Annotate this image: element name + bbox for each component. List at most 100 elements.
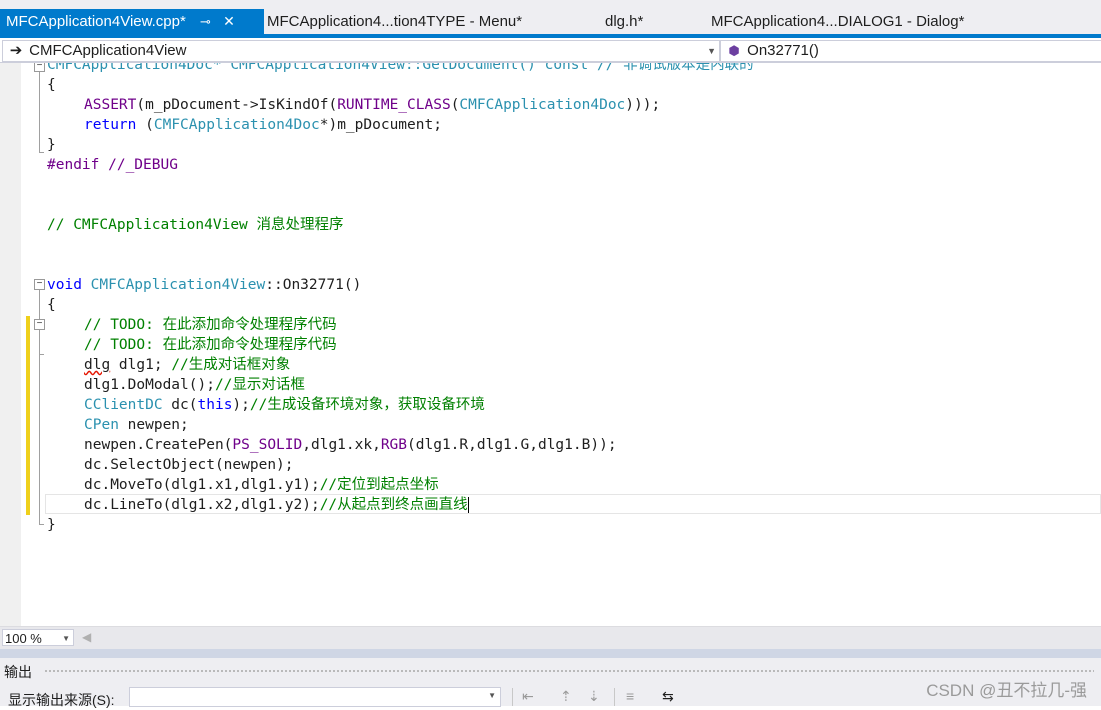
code-line: newpen.CreatePen(PS_SOLID,dlg1.xk,RGB(dl… (84, 435, 617, 455)
code-line: dc.SelectObject(newpen); (84, 455, 294, 475)
code-token: { (47, 77, 56, 93)
navigation-bar: ➔ CMFCApplication4View ▼ ⬢ On32771() (0, 38, 1101, 63)
code-token: ASSERT (84, 97, 137, 113)
code-token: // TODO: 在此添加命令处理程序代码 (84, 317, 337, 333)
code-token: //生成设备环境对象，获取设备环境 (249, 397, 485, 413)
code-token: dlg (84, 357, 111, 373)
output-source-dropdown[interactable]: ▼ (129, 687, 501, 707)
fold-toggle-icon[interactable]: − (34, 63, 45, 72)
method-cube-icon: ⬢ (728, 43, 740, 58)
output-panel-title: 输出 (4, 664, 32, 680)
code-line: void CMFCApplication4View::On32771() (47, 275, 361, 295)
pin-icon[interactable]: ⊸ (200, 9, 211, 34)
code-line: CClientDC dc(this);//生成设备环境对象，获取设备环境 (84, 395, 485, 415)
chevron-down-icon: ▼ (62, 634, 70, 643)
code-token: } (47, 137, 56, 153)
arrow-right-icon: ➔ (9, 42, 23, 59)
fold-guide (39, 330, 40, 354)
chevron-down-icon: ▼ (707, 46, 716, 56)
code-token: CClientDC (84, 397, 163, 413)
code-line: dc.MoveTo(dlg1.x1,dlg1.y1);//定位到起点坐标 (84, 475, 439, 495)
fold-guide-end (39, 524, 44, 525)
code-line: } (47, 515, 56, 535)
code-token: return (84, 117, 137, 133)
code-line: CPen newpen; (84, 415, 189, 435)
code-token: dlg1; (110, 357, 172, 373)
fold-guide (39, 72, 40, 152)
code-token: dc.LineTo(dlg1.x2,dlg1.y2); (84, 497, 320, 513)
code-token: newpen; (118, 417, 189, 433)
unsaved-change-bar (26, 316, 30, 515)
code-token: //生成对话框对象 (171, 357, 291, 373)
toolbar-separator (512, 688, 513, 706)
scroll-left-icon[interactable]: ◀ (82, 630, 91, 644)
code-token: RUNTIME_CLASS (337, 97, 451, 113)
code-token: dc.SelectObject(newpen); (84, 457, 294, 473)
tab-label: MFCApplication4...tion4TYPE - Menu* (267, 13, 523, 30)
previous-message-icon[interactable]: ⇡ (560, 688, 572, 705)
code-line: ASSERT(m_pDocument->IsKindOf(RUNTIME_CLA… (84, 95, 660, 115)
code-line: dlg dlg1; //生成对话框对象 (84, 355, 290, 375)
scope-value: CMFCApplication4View (29, 42, 187, 59)
panel-splitter[interactable] (0, 649, 1101, 658)
code-line: // TODO: 在此添加命令处理程序代码 (84, 315, 337, 335)
code-line: // TODO: 在此添加命令处理程序代码 (84, 335, 337, 355)
tab-label: dlg.h* (605, 13, 644, 30)
code-token: ::On32771() (265, 277, 362, 293)
code-token: dlg1.DoModal(); (84, 377, 215, 393)
code-token: dc( (162, 397, 198, 413)
next-message-icon[interactable]: ⇣ (588, 688, 600, 705)
code-editor[interactable]: − − − CMFCApplication4Doc* CMFCApplicati… (0, 63, 1101, 626)
code-token: (m_pDocument->IsKindOf( (136, 97, 338, 113)
code-token: ( (136, 117, 154, 133)
tab-menu-resource[interactable]: MFCApplication4...tion4TYPE - Menu* (261, 9, 522, 34)
code-line: #endif //_DEBUG (47, 155, 178, 175)
code-line: { (47, 75, 56, 95)
fold-guide-end (39, 354, 44, 355)
tab-label: MFCApplication4View.cpp* (6, 13, 186, 30)
code-token: #endif //_DEBUG (47, 157, 178, 173)
scope-dropdown[interactable]: ➔ CMFCApplication4View ▼ (2, 40, 720, 62)
code-token: //定位到起点坐标 (319, 477, 439, 493)
code-token: ,dlg1.xk, (302, 437, 381, 453)
code-token: // CMFCApplication4View 消息处理程序 (47, 217, 344, 233)
drag-grip[interactable] (44, 669, 1094, 673)
code-token: ))); (625, 97, 661, 113)
code-token: CMFCApplication4Doc* CMFCApplication4Vie… (47, 63, 754, 73)
code-token: //显示对话框 (214, 377, 305, 393)
editor-status-bar: 100 % ▼ ◀ (0, 626, 1101, 649)
code-token: dc.MoveTo(dlg1.x1,dlg1.y1); (84, 477, 320, 493)
tab-mfcapplication4view-cpp[interactable]: MFCApplication4View.cpp* ⊸ ✕ (0, 9, 264, 34)
document-tab-bar: MFCApplication4View.cpp* ⊸ ✕ MFCApplicat… (0, 0, 1101, 38)
close-icon[interactable]: ✕ (223, 9, 235, 34)
code-token: void (47, 277, 82, 293)
code-token: (dlg1.R,dlg1.G,dlg1.B)); (407, 437, 617, 453)
code-token: //从起点到终点画直线 (319, 497, 468, 513)
zoom-value: 100 % (5, 631, 42, 646)
code-token: PS_SOLID (232, 437, 303, 453)
code-token: CPen (84, 417, 119, 433)
code-token: } (47, 517, 56, 533)
code-token: RGB (380, 437, 408, 453)
code-token: // TODO: 在此添加命令处理程序代码 (84, 337, 337, 353)
code-token: { (47, 297, 56, 313)
tab-dialog-resource[interactable]: MFCApplication4...DIALOG1 - Dialog* (705, 9, 964, 34)
code-token: ); (232, 397, 250, 413)
code-line: { (47, 295, 56, 315)
code-line: // CMFCApplication4View 消息处理程序 (47, 215, 344, 235)
fold-toggle-icon[interactable]: − (34, 279, 45, 290)
fold-toggle-icon[interactable]: − (34, 319, 45, 330)
clear-all-icon[interactable]: ≡ (626, 688, 634, 704)
member-dropdown[interactable]: ⬢ On32771() (720, 40, 1101, 62)
find-message-icon[interactable]: ⇤ (522, 688, 534, 705)
toolbar-separator (614, 688, 615, 706)
member-value: On32771() (747, 42, 819, 59)
word-wrap-icon[interactable]: ⇆ (662, 688, 674, 705)
code-token: newpen.CreatePen( (84, 437, 233, 453)
code-line: dlg1.DoModal();//显示对话框 (84, 375, 305, 395)
zoom-dropdown[interactable]: 100 % ▼ (2, 629, 74, 646)
tab-dlg-h[interactable]: dlg.h* (599, 9, 643, 34)
code-line: dc.LineTo(dlg1.x2,dlg1.y2);//从起点到终点画直线 (84, 495, 469, 515)
code-token: this (197, 397, 233, 413)
